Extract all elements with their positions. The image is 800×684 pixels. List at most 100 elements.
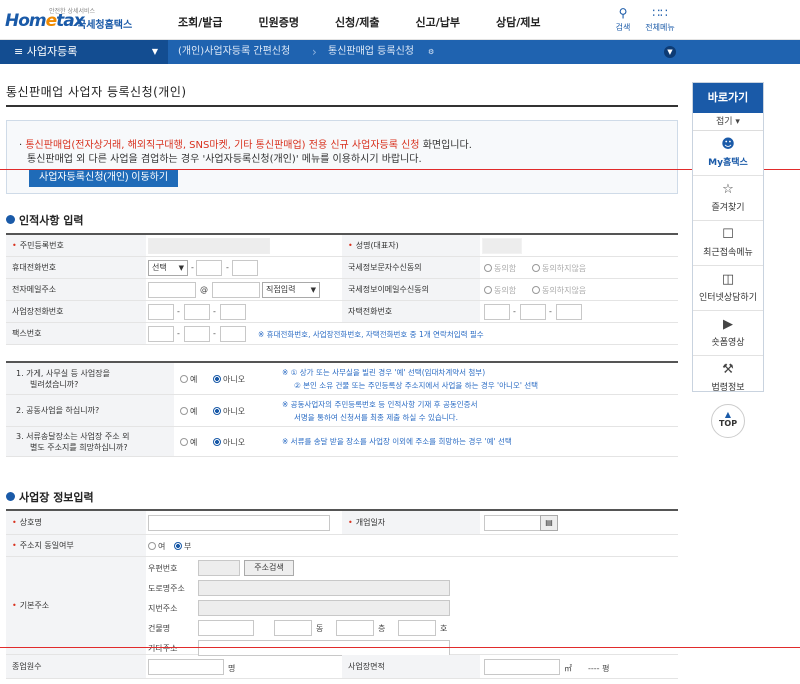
email-domain-input[interactable] <box>212 282 260 298</box>
chevron-down-icon: ▼ <box>151 47 158 56</box>
dash: - <box>191 263 194 272</box>
search-label: 검색 <box>615 23 631 32</box>
quick-law-info[interactable]: ⚒ 법령정보 <box>693 356 763 401</box>
breadcrumb-gear-icon[interactable]: ⚙ <box>428 40 434 64</box>
email-id-input[interactable] <box>148 282 196 298</box>
scroll-top-button[interactable]: ▲ TOP <box>711 404 745 438</box>
question-row-delivery: 3. 서류송달장소는 사업장 주소 외 별도 주소지를 희망하십니까? 예 아니오… <box>6 427 678 457</box>
bar-expand-icon[interactable]: ▼ <box>664 46 676 58</box>
sms-agree-radio[interactable]: 동의함 <box>484 263 516 274</box>
open-date-input[interactable] <box>484 515 542 531</box>
fax-2[interactable] <box>184 326 210 342</box>
joint-yes-radio[interactable]: 예 <box>180 406 197 417</box>
fax-1[interactable] <box>148 326 174 342</box>
guide-line-top <box>0 169 800 170</box>
dash: - <box>177 307 180 316</box>
delivery-yes-radio[interactable]: 예 <box>180 437 197 448</box>
trade-name-input[interactable] <box>148 515 330 531</box>
lease-no-radio[interactable]: 아니오 <box>213 374 245 385</box>
email-disagree-radio[interactable]: 동의하지않음 <box>532 285 586 296</box>
jibun-address-input <box>198 600 450 616</box>
row-email: 전자메일주소 @ 직접입력 ▼ 국세정보이메일수신동의 동의함 동의하지않음 <box>6 279 678 301</box>
search-icon: ⚲ <box>618 6 628 20</box>
search-tool[interactable]: ⚲ 검색 <box>603 6 643 33</box>
title-divider <box>6 105 678 107</box>
breadcrumb-simple-registration[interactable]: (개인)사업자등록 간편신청 <box>178 40 290 64</box>
joint-no-radio[interactable]: 아니오 <box>213 406 245 417</box>
rrn-label: • 주민등록번호 <box>6 235 146 256</box>
joint-note-2: 서명을 통하여 신청서를 최종 제출 하실 수 있습니다. <box>294 413 458 422</box>
floor-input[interactable] <box>336 620 374 636</box>
building-input[interactable] <box>198 620 254 636</box>
question-delivery-label: 3. 서류송달장소는 사업장 주소 외 별도 주소지를 희망하십니까? <box>6 427 174 456</box>
dong-input[interactable] <box>274 620 312 636</box>
chevron-down-icon: ▼ <box>310 286 316 294</box>
quick-menu-fold-button[interactable]: 접기 ▾ <box>693 113 763 131</box>
section-business-title: 사업장 정보입력 <box>19 491 94 504</box>
go-to-individual-registration-button[interactable]: 사업자등록신청(개인) 이동하기 <box>29 169 179 187</box>
quick-recent-menu[interactable]: ☐ 최근접속메뉴 <box>693 221 763 266</box>
road-address-input <box>198 580 450 596</box>
dash: - <box>213 329 216 338</box>
email-agree-radio[interactable]: 동의함 <box>484 285 516 296</box>
name-field[interactable] <box>482 238 522 254</box>
gnb-certificate[interactable]: 민원증명 <box>259 14 299 30</box>
mobile-middle-input[interactable] <box>196 260 222 276</box>
top-header: 안전한 상세서비스 Hometax 국세청홈택스 조회/발급 민원증명 신청/제… <box>0 0 800 40</box>
quick-my-hometax[interactable]: ☻ My홈택스 <box>693 131 763 176</box>
jibun-address-label: 지번주소 <box>148 604 178 613</box>
rrn-field[interactable] <box>148 238 270 254</box>
calendar-icon[interactable]: ▤ <box>540 515 558 531</box>
hometax-logo[interactable]: 안전한 상세서비스 Hometax 국세청홈택스 <box>5 6 135 34</box>
logo-wordmark: Hometax <box>5 11 85 31</box>
business-info-table: • 상호명 • 개업일자 ▤ • 주소지 동일여부 여 부 • 기본주소 우편번호 주소… <box>6 509 678 679</box>
fax-3[interactable] <box>220 326 246 342</box>
notice-line-1-rest: 화면입니다. <box>419 140 472 151</box>
area-label: 사업장면적 <box>342 655 480 678</box>
section-label: 사업자등록 <box>26 45 78 58</box>
quick-favorites[interactable]: ☆ 즐겨찾기 <box>693 176 763 221</box>
location-bar-extension <box>690 40 800 64</box>
address-search-button[interactable]: 주소검색 <box>244 560 294 576</box>
lease-yes-radio[interactable]: 예 <box>180 374 197 385</box>
quick-short-video[interactable]: ▶ 숏폼영상 <box>693 311 763 356</box>
gnb-filing[interactable]: 신고/납부 <box>415 14 460 30</box>
star-icon: ☆ <box>722 182 734 197</box>
employees-input[interactable] <box>148 659 224 675</box>
biz-phone-1[interactable] <box>148 304 174 320</box>
gnb-consult[interactable]: 상담/제보 <box>496 14 541 30</box>
gnb-application[interactable]: 신청/제출 <box>335 14 380 30</box>
section-bullet-icon <box>6 492 15 501</box>
sms-disagree-radio[interactable]: 동의하지않음 <box>532 263 586 274</box>
delivery-no-radio[interactable]: 아니오 <box>213 437 245 448</box>
section-selector[interactable]: ≡ 사업자등록 ▼ <box>0 40 168 64</box>
section-personal-heading: 인적사항 입력 <box>6 212 84 228</box>
row-trade-name: • 상호명 • 개업일자 ▤ <box>6 511 678 535</box>
home-phone-2[interactable] <box>520 304 546 320</box>
row-mobile: 휴대전화번호 선택 ▼ - - 국세정보문자수신동의 동의함 동의하지않음 <box>6 257 678 279</box>
same-address-no-radio[interactable]: 부 <box>174 541 191 552</box>
dash: - <box>213 307 216 316</box>
home-phone-1[interactable] <box>484 304 510 320</box>
section-personal-title: 인적사항 입력 <box>19 214 84 227</box>
all-menu-tool[interactable]: ∷∷ 전체메뉴 <box>640 6 680 33</box>
gnb-inquiry[interactable]: 조회/발급 <box>178 14 223 30</box>
row-same-address: • 주소지 동일여부 여 부 <box>6 535 678 557</box>
mobile-last-input[interactable] <box>232 260 258 276</box>
quick-menu-header: 바로가기 <box>693 83 763 113</box>
etc-address-input[interactable] <box>198 640 450 656</box>
ho-input[interactable] <box>398 620 436 636</box>
dash: - <box>177 329 180 338</box>
same-address-yes-radio[interactable]: 여 <box>148 541 165 552</box>
biz-phone-3[interactable] <box>220 304 246 320</box>
quick-internet-consult[interactable]: ◫ 인터넷상담하기 <box>693 266 763 311</box>
biz-phone-2[interactable] <box>184 304 210 320</box>
monitor-icon: ◫ <box>721 272 735 287</box>
home-phone-3[interactable] <box>556 304 582 320</box>
area-input[interactable] <box>484 659 560 675</box>
delivery-note: ※ 서류를 송달 받을 장소를 사업장 이외에 주소를 희망하는 경우 '예' … <box>282 437 512 446</box>
mobile-prefix-select[interactable]: 선택 ▼ <box>148 260 188 276</box>
breadcrumb-current[interactable]: 통신판매업 등록신청 <box>328 40 414 64</box>
section-business-heading: 사업장 정보입력 <box>6 489 94 505</box>
email-domain-select[interactable]: 직접입력 ▼ <box>262 282 320 298</box>
